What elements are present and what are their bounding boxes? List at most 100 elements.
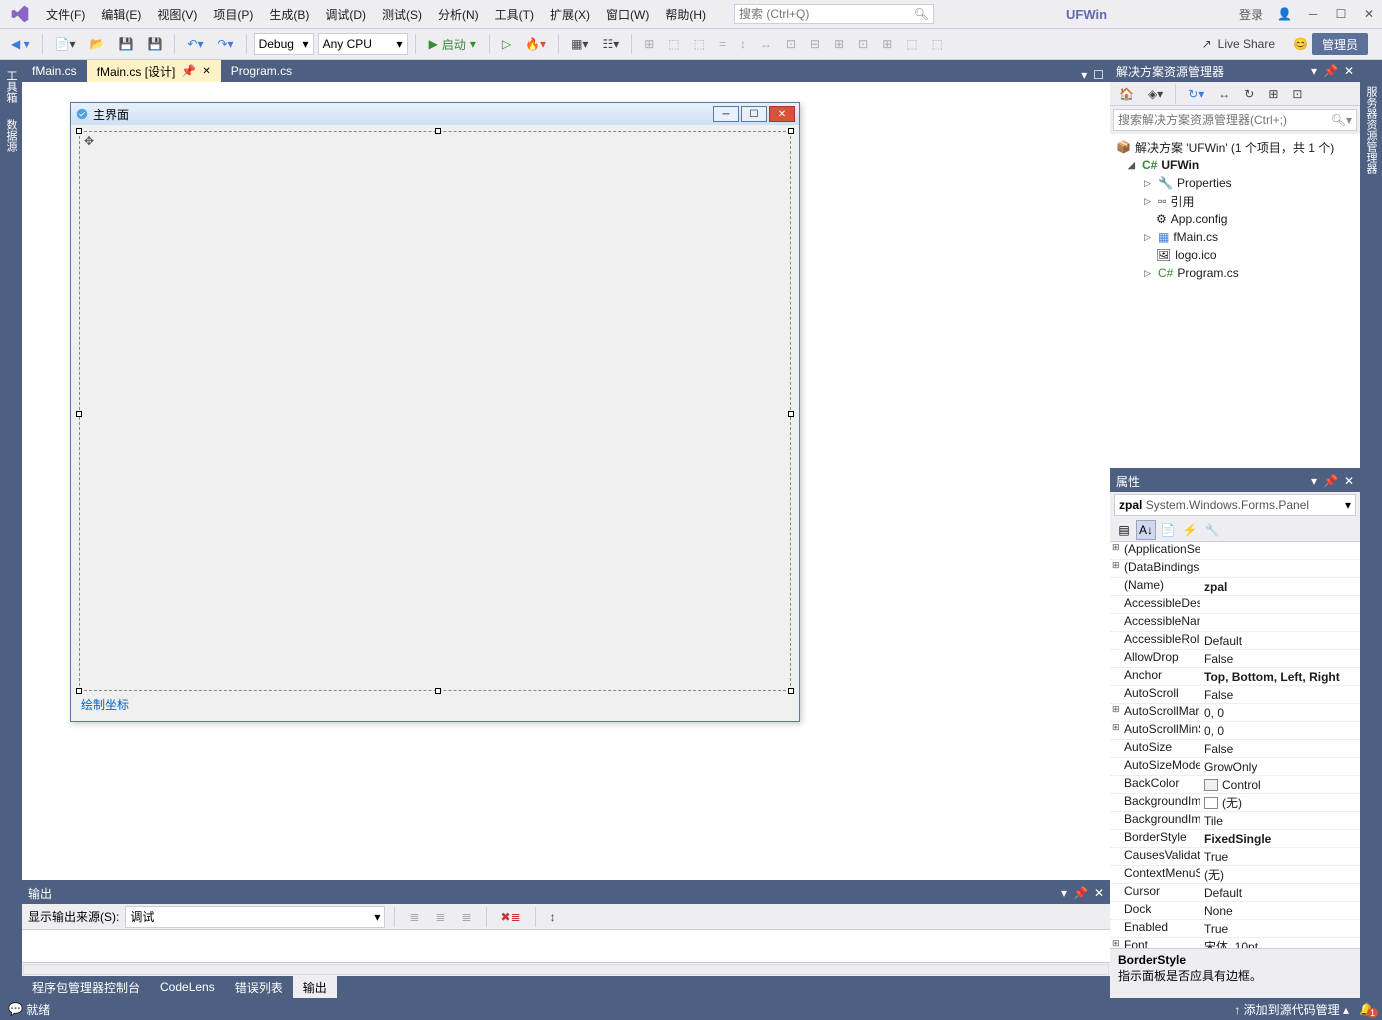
move-icon[interactable]: ✥ — [84, 134, 94, 148]
prop-row[interactable]: ⊞Font宋体, 10pt — [1110, 938, 1360, 948]
menu-帮助(H)[interactable]: 帮助(H) — [657, 2, 714, 27]
form-designer[interactable]: 主界面 ─ ☐ ✕ ✥ — [22, 82, 1110, 880]
quick-search-input[interactable] — [739, 7, 911, 21]
datasources-tab[interactable]: 数据源 — [1, 113, 21, 158]
prop-row[interactable]: (Name)zpal — [1110, 578, 1360, 596]
layout-btn-1[interactable]: ▦▾ — [566, 33, 593, 55]
menu-视图(V)[interactable]: 视图(V) — [149, 2, 205, 27]
solution-search[interactable]: 🔍︎▾ — [1113, 109, 1357, 131]
selected-panel[interactable]: ✥ — [79, 131, 791, 691]
output-source-dropdown[interactable]: 调试▾ — [125, 906, 385, 928]
menu-调试(D)[interactable]: 调试(D) — [317, 2, 374, 27]
menu-测试(S)[interactable]: 测试(S) — [374, 2, 430, 27]
prop-row[interactable]: AutoScrollFalse — [1110, 686, 1360, 704]
sln-btn[interactable]: ◈▾ — [1143, 83, 1168, 105]
prop-row[interactable]: AccessibleDescription — [1110, 596, 1360, 614]
doc-tab[interactable]: fMain.cs [设计]📌✕ — [87, 60, 221, 82]
user-icon[interactable]: 👤 — [1277, 7, 1292, 21]
draw-coord-link[interactable]: 绘制坐标 — [81, 696, 129, 713]
notifications-button[interactable]: 🔔1 — [1359, 1002, 1374, 1016]
prop-row[interactable]: BackgroundImage(无) — [1110, 794, 1360, 812]
undo-button[interactable]: ↶▾ — [182, 33, 208, 55]
menu-生成(B)[interactable]: 生成(B) — [261, 2, 317, 27]
solution-node[interactable]: 📦解决方案 'UFWin' (1 个项目，共 1 个) — [1116, 138, 1354, 156]
start-nodebug-button[interactable]: ▷ — [497, 33, 516, 55]
prop-row[interactable]: DockNone — [1110, 902, 1360, 920]
prop-row[interactable]: AccessibleRoleDefault — [1110, 632, 1360, 650]
feedback-icon[interactable]: 😊 — [1293, 37, 1308, 51]
form-close-button[interactable]: ✕ — [769, 106, 795, 122]
prop-object-selector[interactable]: zpal System.Windows.Forms.Panel ▾ — [1114, 494, 1356, 516]
prop-row[interactable]: AnchorTop, Bottom, Left, Right — [1110, 668, 1360, 686]
menu-扩展(X)[interactable]: 扩展(X) — [542, 2, 598, 27]
menu-分析(N)[interactable]: 分析(N) — [430, 2, 487, 27]
minimize-button[interactable]: ─ — [1306, 7, 1320, 21]
prop-row[interactable]: ⊞(DataBindings) — [1110, 560, 1360, 578]
close-button[interactable]: ✕ — [1362, 7, 1376, 21]
prop-row[interactable]: AutoSizeModeGrowOnly — [1110, 758, 1360, 776]
align-btn[interactable]: ⊞ — [639, 33, 659, 55]
hot-reload-button[interactable]: 🔥▾ — [520, 33, 551, 55]
prop-row[interactable]: ⊞(ApplicationSettings) — [1110, 542, 1360, 560]
events-button[interactable]: ⚡ — [1180, 520, 1200, 540]
menu-窗口(W)[interactable]: 窗口(W) — [598, 2, 657, 27]
prop-row[interactable]: AccessibleName — [1110, 614, 1360, 632]
solution-tree[interactable]: 📦解决方案 'UFWin' (1 个项目，共 1 个) ◢C#UFWin ▷🔧P… — [1110, 134, 1360, 468]
prop-row[interactable]: EnabledTrue — [1110, 920, 1360, 938]
doc-tab[interactable]: Program.cs — [221, 60, 302, 82]
menu-文件(F)[interactable]: 文件(F) — [38, 2, 93, 27]
redo-button[interactable]: ↷▾ — [213, 33, 239, 55]
maximize-button[interactable]: ☐ — [1334, 7, 1348, 21]
prop-row[interactable]: ⊞AutoScrollMargin0, 0 — [1110, 704, 1360, 722]
bottom-tab[interactable]: 错误列表 — [225, 976, 293, 998]
prop-row[interactable]: BackgroundImageLayoutTile — [1110, 812, 1360, 830]
home-icon[interactable]: 🏠 — [1114, 83, 1139, 105]
menu-项目(P)[interactable]: 项目(P) — [205, 2, 261, 27]
prop-row[interactable]: ⊞AutoScrollMinSize0, 0 — [1110, 722, 1360, 740]
close-tab-icon[interactable]: ✕ — [202, 66, 210, 77]
output-dropdown-icon[interactable]: ▾ — [1061, 886, 1067, 900]
config-dropdown[interactable]: Debug▾ — [254, 33, 314, 55]
pin-icon[interactable]: 📌 — [181, 64, 196, 78]
bottom-tab[interactable]: CodeLens — [150, 976, 225, 998]
start-debug-button[interactable]: ▶ 启动 ▾ — [423, 33, 482, 55]
login-link[interactable]: 登录 — [1239, 6, 1263, 23]
menu-工具(T)[interactable]: 工具(T) — [487, 2, 542, 27]
save-button[interactable]: 💾 — [114, 33, 139, 55]
form-minimize-button[interactable]: ─ — [713, 106, 739, 122]
source-control-button[interactable]: ↑ 添加到源代码管理 ▴ — [1234, 1001, 1349, 1018]
project-node[interactable]: ◢C#UFWin — [1116, 156, 1354, 174]
sln-pin-icon[interactable]: 📌 — [1323, 64, 1338, 78]
feedback-icon[interactable]: 💬 — [8, 1002, 23, 1016]
prop-row[interactable]: CursorDefault — [1110, 884, 1360, 902]
platform-dropdown[interactable]: Any CPU▾ — [318, 33, 408, 55]
open-button[interactable]: 📂 — [85, 33, 110, 55]
server-explorer-tab[interactable]: 服务器资源管理器 — [1361, 80, 1381, 180]
prop-row[interactable]: AutoSizeFalse — [1110, 740, 1360, 758]
save-all-button[interactable]: 💾 — [142, 33, 167, 55]
prop-row[interactable]: BorderStyleFixedSingle — [1110, 830, 1360, 848]
tab-maximize-icon[interactable]: ☐ — [1093, 68, 1104, 82]
new-project-button[interactable]: 📄▾ — [50, 33, 81, 55]
output-text[interactable] — [22, 930, 1110, 962]
prop-row[interactable]: CausesValidationTrue — [1110, 848, 1360, 866]
liveshare-button[interactable]: ↗Live Share — [1202, 37, 1275, 51]
prop-row[interactable]: BackColorControl — [1110, 776, 1360, 794]
properties-page-button[interactable]: 📄 — [1158, 520, 1178, 540]
categorized-button[interactable]: ▤ — [1114, 520, 1134, 540]
sln-close-icon[interactable]: ✕ — [1344, 64, 1354, 78]
prop-row[interactable]: AllowDropFalse — [1110, 650, 1360, 668]
alphabetical-button[interactable]: A↓ — [1136, 520, 1156, 540]
doc-tab[interactable]: fMain.cs — [22, 60, 87, 82]
output-close-icon[interactable]: ✕ — [1094, 886, 1104, 900]
output-pin-icon[interactable]: 📌 — [1073, 886, 1088, 900]
bottom-tab[interactable]: 输出 — [293, 976, 337, 998]
layout-btn-2[interactable]: ☷▾ — [597, 33, 624, 55]
form-maximize-button[interactable]: ☐ — [741, 106, 767, 122]
sln-dropdown-icon[interactable]: ▾ — [1311, 64, 1317, 78]
bottom-tab[interactable]: 程序包管理器控制台 — [22, 976, 150, 998]
form-preview[interactable]: 主界面 ─ ☐ ✕ ✥ — [70, 102, 800, 722]
menu-编辑(E)[interactable]: 编辑(E) — [93, 2, 149, 27]
property-grid[interactable]: ⊞(ApplicationSettings)⊞(DataBindings)(Na… — [1110, 542, 1360, 948]
prop-row[interactable]: ContextMenuStrip(无) — [1110, 866, 1360, 884]
